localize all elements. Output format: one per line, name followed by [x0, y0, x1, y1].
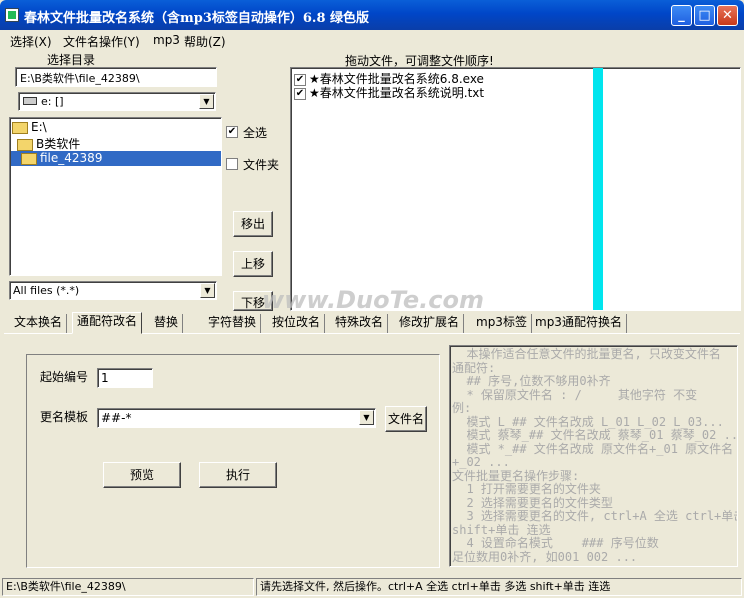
- chevron-down-icon[interactable]: ▼: [200, 283, 215, 298]
- tree-label: B类软件: [36, 137, 81, 151]
- template-combo[interactable]: ##-* ▼: [97, 408, 376, 428]
- tree-label: E:\: [31, 120, 47, 134]
- menu-mp3[interactable]: mp3: [153, 33, 180, 47]
- tree-item-root[interactable]: E:\: [12, 120, 47, 134]
- status-path: E:\B类软件\file_42389\: [2, 578, 254, 596]
- maximize-button[interactable]: □: [694, 5, 715, 26]
- select-all-label: 全选: [243, 126, 268, 140]
- help-text: 本操作适合任意文件的批量更名, 只改变文件名 通配符: ## 序号,位数不够用0…: [452, 347, 738, 564]
- minimize-button[interactable]: _: [671, 5, 692, 26]
- status-hint: 请先选择文件, 然后操作。ctrl+A 全选 ctrl+单击 多选 shift+…: [256, 578, 742, 596]
- tab-position-rename[interactable]: 按位改名: [268, 314, 326, 333]
- file-checkbox[interactable]: ✔: [294, 87, 306, 100]
- drive-value: e: []: [41, 95, 64, 108]
- path-field[interactable]: E:\B类软件\file_42389\: [15, 67, 217, 87]
- tab-change-extension[interactable]: 修改扩展名: [395, 314, 465, 333]
- chevron-down-icon[interactable]: ▼: [359, 410, 374, 425]
- folder-open-icon: [12, 121, 28, 134]
- folder-open-icon: [21, 152, 37, 165]
- start-number-input[interactable]: 1: [97, 368, 153, 388]
- tab-mp3-tags[interactable]: mp3标签: [472, 314, 532, 333]
- tree-item-selected[interactable]: file_42389: [11, 151, 221, 166]
- tab-replace[interactable]: 替换: [150, 314, 184, 333]
- file-item[interactable]: ✔ ★春林文件批量改名系统说明.txt: [294, 84, 484, 101]
- tab-char-replace[interactable]: 字符替换: [204, 314, 262, 333]
- options-groupbox: [26, 354, 440, 568]
- chevron-down-icon[interactable]: ▼: [199, 94, 214, 109]
- help-textarea[interactable]: 本操作适合任意文件的批量更名, 只改变文件名 通配符: ## 序号,位数不够用0…: [449, 345, 738, 567]
- select-all-checkbox[interactable]: ✔: [226, 126, 238, 138]
- tab-mp3-wildcard[interactable]: mp3通配符换名: [531, 314, 627, 333]
- watermark-text: www.DuoTe.com: [262, 286, 484, 314]
- remove-button[interactable]: 移出: [233, 211, 273, 237]
- filter-value: All files (*.*): [13, 284, 80, 297]
- folder-checkbox[interactable]: [226, 158, 238, 170]
- folder-open-icon: [17, 138, 33, 151]
- tab-wildcard-rename[interactable]: 通配符改名: [72, 312, 143, 334]
- file-list[interactable]: ✔ ★春林文件批量改名系统6.8.exe ✔ ★春林文件批量改名系统说明.txt: [290, 67, 741, 311]
- menu-select[interactable]: 选择(X): [10, 33, 52, 50]
- tab-text-rename[interactable]: 文本换名: [10, 314, 68, 333]
- app-icon: [5, 8, 19, 22]
- drive-select[interactable]: e: [] ▼: [18, 92, 216, 111]
- drive-icon: [23, 97, 37, 105]
- tree-label: file_42389: [40, 151, 103, 165]
- choose-dir-header: 选择目录: [47, 53, 96, 67]
- file-filter-select[interactable]: All files (*.*) ▼: [9, 281, 217, 300]
- preview-button[interactable]: 预览: [103, 462, 181, 488]
- cyan-column-bar: [593, 68, 603, 310]
- directory-tree[interactable]: E:\ B类软件 file_42389: [9, 117, 222, 276]
- menu-filename-ops[interactable]: 文件名操作(Y): [63, 33, 140, 50]
- filename-button[interactable]: 文件名: [385, 406, 427, 432]
- tree-item-b[interactable]: B类软件: [17, 135, 80, 152]
- folder-label: 文件夹: [243, 158, 280, 172]
- tab-special-rename[interactable]: 特殊改名: [331, 314, 389, 333]
- close-button[interactable]: ✕: [717, 5, 738, 26]
- template-value: ##-*: [101, 411, 132, 425]
- window-title: 春林文件批量改名系统（含mp3标签自动操作）6.8 绿色版: [24, 11, 370, 26]
- menu-help[interactable]: 帮助(Z): [184, 33, 226, 50]
- start-number-label: 起始编号: [40, 370, 89, 384]
- execute-button[interactable]: 执行: [199, 462, 277, 488]
- move-up-button[interactable]: 上移: [233, 251, 273, 277]
- template-label: 更名模板: [40, 410, 89, 424]
- file-name: ★春林文件批量改名系统说明.txt: [309, 86, 485, 100]
